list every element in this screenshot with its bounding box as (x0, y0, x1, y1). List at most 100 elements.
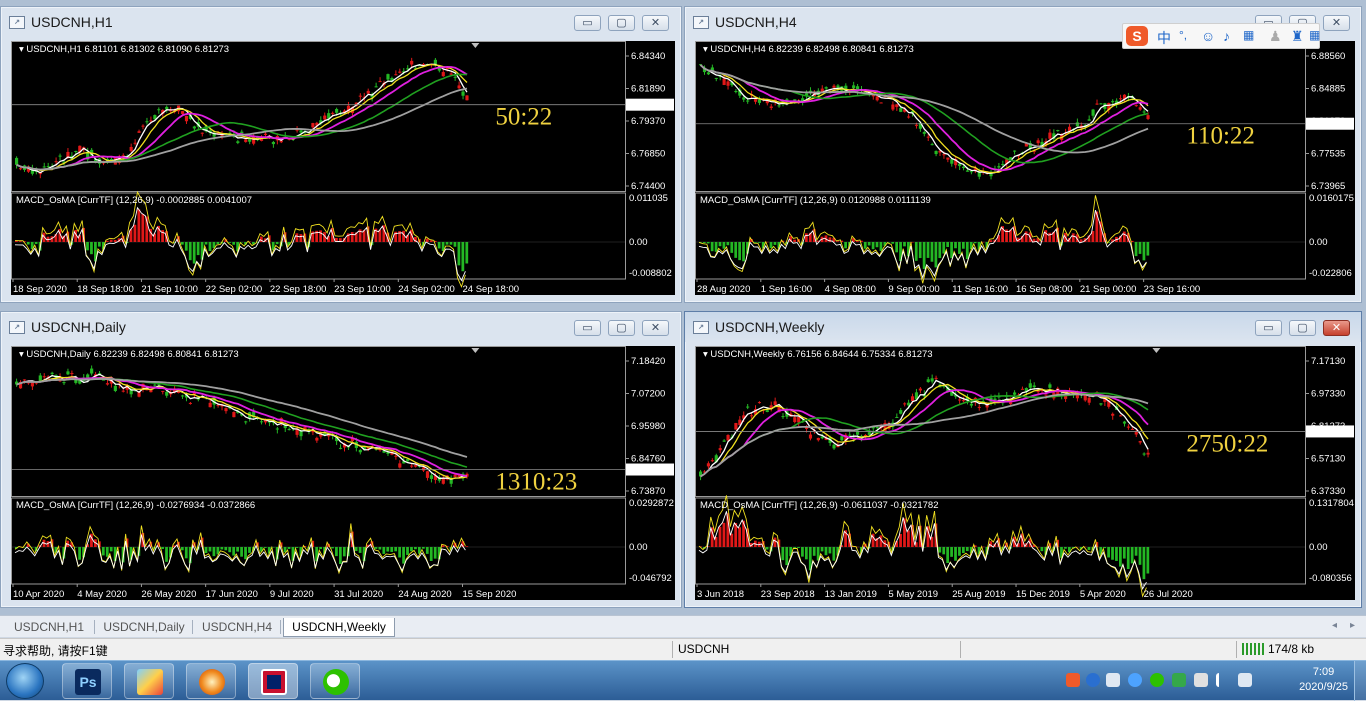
microphone-icon[interactable]: ♪ (1223, 28, 1230, 44)
candle-body (961, 166, 966, 169)
osma-histogram-bar (954, 242, 957, 249)
time-axis-label: 5 Apr 2020 (1080, 589, 1126, 600)
candle-body (338, 447, 343, 449)
emoji-icon[interactable]: ☺ (1201, 28, 1215, 44)
chart-canvas[interactable]: ▾ USDCNH,H4 6.82239 6.82498 6.80841 6.81… (695, 41, 1355, 295)
taskbar-app-wechat[interactable] (310, 663, 360, 699)
toolbox-icon[interactable]: ▦ (1309, 28, 1320, 42)
osma-histogram-bar (863, 242, 867, 249)
help-tray-icon[interactable] (1086, 673, 1100, 687)
candle-body (425, 471, 430, 478)
wechat-tray-icon[interactable] (1150, 673, 1164, 687)
indicator-axis-label: 0.0292872 (629, 498, 674, 509)
window-title: USDCNH,Daily (31, 319, 126, 335)
candle-body (930, 378, 934, 382)
taskbar-app-paint[interactable] (124, 663, 174, 699)
maximize-button[interactable]: ▢ (1289, 320, 1316, 336)
osma-histogram-bar (781, 547, 785, 561)
osma-histogram-bar (1134, 547, 1138, 556)
osma-histogram-bar (965, 547, 969, 552)
window-titlebar[interactable]: ↗ USDCNH,H1 ▭ ▢ ✕ (1, 7, 681, 37)
window-titlebar[interactable]: ↗ USDCNH,Weekly ▭ ▢ ✕ (685, 312, 1361, 342)
chart-canvas[interactable]: ▾ USDCNH,Daily 6.82239 6.82498 6.80841 6… (11, 346, 675, 600)
security-tray-icon[interactable] (1194, 673, 1208, 687)
tab-usdcnh-h1[interactable]: USDCNH,H1 (4, 618, 94, 637)
osma-histogram-bar (338, 547, 342, 564)
close-button[interactable]: ✕ (642, 320, 669, 336)
show-desktop-button[interactable] (1354, 661, 1366, 701)
candle-body (816, 437, 820, 441)
osma-histogram-bar (844, 242, 847, 249)
tab-usdcnh-h4[interactable]: USDCNH,H4 (194, 618, 280, 637)
network-tray-icon[interactable] (1216, 673, 1230, 687)
taskbar-app-flag[interactable] (248, 663, 298, 699)
chart-canvas[interactable]: ▾ USDCNH,Weekly 6.76156 6.84644 6.75334 … (695, 346, 1355, 600)
chart-shift-marker (1152, 348, 1161, 353)
keyboard-tray-icon[interactable] (1106, 673, 1120, 687)
keyboard-icon[interactable]: ▦ (1243, 28, 1254, 42)
ime-toolbar[interactable]: S 中 °, ☺ ♪ ▦ ♟ ♜ ▦ (1122, 23, 1320, 49)
tab-usdcnh-weekly[interactable]: USDCNH,Weekly (283, 618, 395, 637)
osma-histogram-bar (1071, 233, 1075, 242)
tab-scroll-right-icon[interactable]: ▸ (1350, 620, 1355, 631)
paint-icon (137, 669, 163, 695)
window-titlebar[interactable]: ↗ USDCNH,Daily ▭ ▢ ✕ (1, 312, 681, 342)
candle-body (706, 463, 710, 467)
chart-window-h4[interactable]: ↗ USDCNH,H4 ▭ ▢ ✕ ▾ USDCNH,H4 6.82239 6.… (684, 6, 1362, 303)
price-chart-svg[interactable]: ▾ USDCNH,Weekly 6.76156 6.84644 6.75334 … (695, 346, 1355, 600)
candle-body (1126, 426, 1130, 428)
candle-body (781, 416, 785, 418)
sogou-tray-icon[interactable] (1066, 673, 1080, 687)
user-icon[interactable]: ♟ (1269, 28, 1282, 45)
minimize-button[interactable]: ▭ (574, 320, 601, 336)
chart-window-daily[interactable]: ↗ USDCNH,Daily ▭ ▢ ✕ ▾ USDCNH,Daily 6.82… (0, 311, 682, 608)
osma-histogram-bar (192, 242, 196, 264)
osma-histogram-bar (722, 522, 726, 547)
cloud-tray-icon[interactable] (1128, 673, 1142, 687)
shield-tray-icon[interactable] (1172, 673, 1186, 687)
time-axis-label: 28 Aug 2020 (697, 284, 750, 295)
osma-histogram-bar (965, 242, 969, 260)
candle-body (934, 377, 938, 379)
candle-body (42, 376, 46, 378)
tab-scroll-left-icon[interactable]: ◂ (1332, 620, 1337, 631)
minimize-button[interactable]: ▭ (574, 15, 601, 31)
osma-histogram-bar (718, 526, 722, 547)
osma-histogram-bar (934, 242, 938, 268)
taskbar-clock[interactable]: 7:09 2020/9/25 (1299, 665, 1348, 695)
taskbar-app-browser[interactable] (186, 663, 236, 699)
osma-histogram-bar (1126, 547, 1130, 570)
osma-histogram-bar (1107, 547, 1110, 558)
candle-body (421, 467, 426, 471)
osma-histogram-bar (710, 242, 714, 252)
skin-icon[interactable]: ♜ (1291, 28, 1304, 45)
maximize-button[interactable]: ▢ (608, 15, 635, 31)
sogou-logo-icon[interactable]: S (1126, 26, 1148, 46)
tab-usdcnh-daily[interactable]: USDCNH,Daily (96, 618, 192, 637)
taskbar-app-photoshop[interactable]: Ps (62, 663, 112, 699)
current-price-label: 6.81273 (629, 466, 663, 477)
osma-histogram-bar (141, 214, 145, 242)
close-button[interactable]: ✕ (1323, 15, 1350, 31)
maximize-button[interactable]: ▢ (608, 320, 635, 336)
close-button[interactable]: ✕ (642, 15, 669, 31)
price-chart-svg[interactable]: ▾ USDCNH,Daily 6.82239 6.82498 6.80841 6… (11, 346, 675, 600)
chart-canvas[interactable]: ▾ USDCNH,H1 6.81101 6.81302 6.81090 6.81… (11, 41, 675, 295)
indicator-axis-label: 0.0160175 (1309, 193, 1354, 204)
chart-window-weekly[interactable]: ↗ USDCNH,Weekly ▭ ▢ ✕ ▾ USDCNH,Weekly 6.… (684, 311, 1362, 608)
osma-histogram-bar (421, 547, 425, 549)
chart-window-h1[interactable]: ↗ USDCNH,H1 ▭ ▢ ✕ ▾ USDCNH,H1 6.81101 6.… (0, 6, 682, 303)
price-chart-svg[interactable]: ▾ USDCNH,H4 6.82239 6.82498 6.80841 6.81… (695, 41, 1355, 295)
minimize-button[interactable]: ▭ (1255, 320, 1282, 336)
start-button[interactable] (6, 663, 44, 699)
price-chart-svg[interactable]: ▾ USDCNH,H1 6.81101 6.81302 6.81090 6.81… (11, 41, 675, 295)
ime-language-toggle[interactable]: 中 (1157, 28, 1171, 48)
volume-tray-icon[interactable] (1238, 673, 1252, 687)
indicator-axis-label: 0.00 (629, 237, 648, 248)
candle-body (899, 107, 903, 112)
close-button[interactable]: ✕ (1323, 320, 1350, 336)
ime-punctuation-toggle[interactable]: °, (1179, 28, 1187, 42)
osma-histogram-bar (726, 242, 730, 246)
osma-histogram-bar (204, 242, 208, 245)
time-axis-label: 26 Jul 2020 (1144, 589, 1193, 600)
